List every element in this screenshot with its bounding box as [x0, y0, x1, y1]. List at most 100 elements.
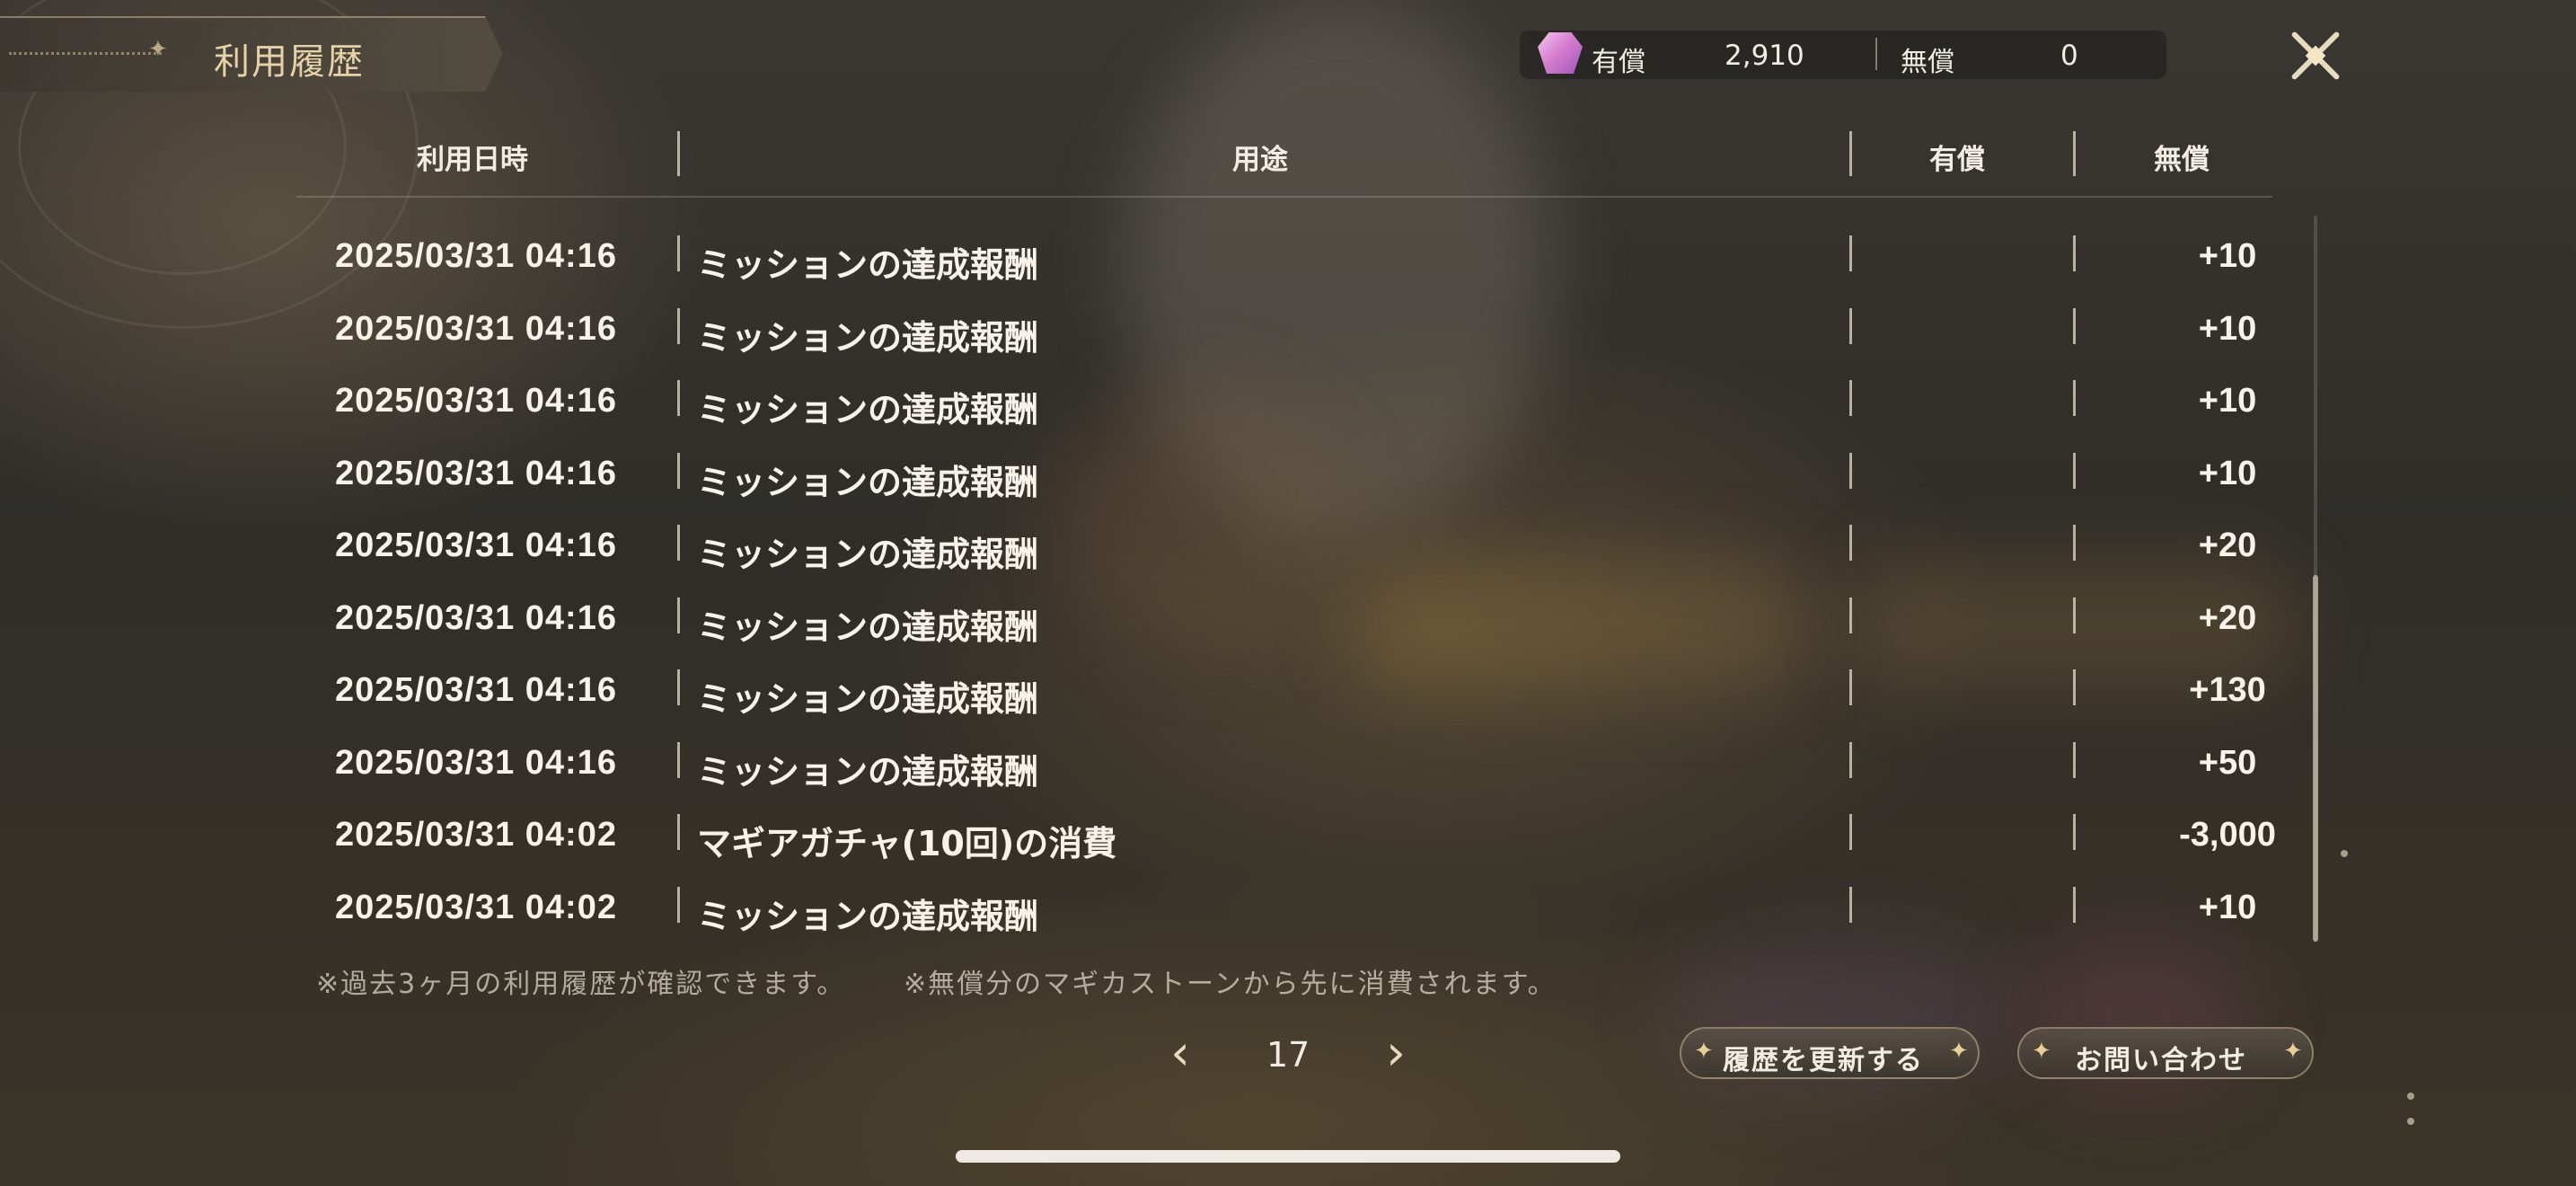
row-divider	[1849, 380, 1852, 416]
table-row: 2025/03/31 04:16 ミッションの達成報酬 +10	[296, 219, 2272, 291]
paid-currency-label: 有償	[1592, 47, 1645, 78]
chevron-right-icon[interactable]: ›	[1369, 1026, 1423, 1080]
currency-divider	[1875, 38, 1877, 70]
row-divider	[1849, 308, 1852, 344]
row-free: -3,000	[2179, 816, 2276, 854]
sparkle-decoration	[2407, 1118, 2414, 1125]
row-purpose: ミッションの達成報酬	[697, 463, 1039, 502]
row-datetime: 2025/03/31 04:16	[335, 237, 617, 275]
row-divider	[677, 525, 680, 561]
row-datetime: 2025/03/31 04:16	[335, 382, 617, 420]
home-indicator[interactable]	[956, 1150, 1620, 1163]
header-divider	[1849, 131, 1852, 176]
row-free: +50	[2198, 744, 2257, 782]
row-datetime: 2025/03/31 04:16	[335, 527, 617, 564]
header-rule	[296, 196, 2272, 198]
row-divider	[677, 235, 680, 271]
free-currency-value: 0	[2060, 40, 2078, 72]
contact-label: お問い合わせ	[2075, 1045, 2247, 1076]
contact-button[interactable]: ✦ お問い合わせ ✦	[2017, 1027, 2314, 1079]
title-ornament-line	[9, 52, 162, 55]
row-purpose: ミッションの達成報酬	[697, 752, 1039, 792]
page-title: 利用履歴	[214, 41, 365, 83]
row-divider	[677, 380, 680, 416]
row-divider	[2073, 669, 2076, 705]
row-free: +10	[2198, 237, 2257, 275]
history-period-note: ※過去3ヶ月の利用履歴が確認できます。	[316, 969, 846, 1000]
row-divider	[2073, 235, 2076, 271]
title-star-icon: ✦	[148, 36, 168, 63]
star-icon: ✦	[2283, 1038, 2303, 1065]
row-divider	[677, 453, 680, 489]
star-icon: ✦	[1694, 1038, 1714, 1065]
header-paid: 有償	[1929, 144, 1985, 176]
close-button[interactable]	[2281, 22, 2350, 90]
row-free: +10	[2198, 310, 2257, 348]
chevron-left-icon[interactable]: ‹	[1153, 1026, 1207, 1080]
row-datetime: 2025/03/31 04:16	[335, 455, 617, 492]
row-purpose: マギアガチャ(10回)の消費	[697, 824, 1117, 863]
page-number: 17	[1266, 1035, 1310, 1075]
refresh-history-label: 履歴を更新する	[1723, 1045, 1924, 1076]
row-free: +10	[2198, 382, 2257, 420]
row-purpose: ミッションの達成報酬	[697, 535, 1039, 574]
row-free: +10	[2198, 889, 2257, 926]
scrollbar-thumb[interactable]	[2313, 575, 2318, 942]
table-row: 2025/03/31 04:16 ミッションの達成報酬 +50	[296, 726, 2272, 798]
row-free: +20	[2198, 599, 2257, 637]
table-row: 2025/03/31 04:16 ミッションの達成報酬 +10	[296, 292, 2272, 364]
row-divider	[2073, 887, 2076, 923]
row-datetime: 2025/03/31 04:16	[335, 671, 617, 709]
row-divider	[677, 742, 680, 778]
consumption-order-note: ※無償分のマギカストーンから先に消費されます。	[904, 969, 1557, 1000]
row-datetime: 2025/03/31 04:16	[335, 744, 617, 782]
row-divider	[1849, 597, 1852, 633]
row-free: +20	[2198, 527, 2257, 564]
table-row: 2025/03/31 04:16 ミッションの達成報酬 +130	[296, 653, 2272, 725]
row-divider	[677, 597, 680, 633]
row-divider	[677, 669, 680, 705]
row-datetime: 2025/03/31 04:02	[335, 889, 617, 926]
row-divider	[677, 814, 680, 850]
row-divider	[1849, 887, 1852, 923]
free-currency-label: 無償	[1901, 47, 1954, 78]
row-datetime: 2025/03/31 04:02	[335, 816, 617, 854]
row-divider	[2073, 453, 2076, 489]
row-purpose: ミッションの達成報酬	[697, 607, 1039, 647]
table-row: 2025/03/31 04:16 ミッションの達成報酬 +20	[296, 581, 2272, 653]
row-divider	[1849, 742, 1852, 778]
header-purpose: 用途	[1232, 144, 1288, 176]
row-purpose: ミッションの達成報酬	[697, 897, 1039, 936]
header-datetime: 利用日時	[417, 144, 528, 176]
row-divider	[2073, 742, 2076, 778]
row-divider	[2073, 597, 2076, 633]
star-icon: ✦	[1949, 1038, 1969, 1065]
header-divider	[2073, 131, 2076, 176]
row-purpose: ミッションの達成報酬	[697, 390, 1039, 429]
table-row: 2025/03/31 04:16 ミッションの達成報酬 +10	[296, 364, 2272, 436]
refresh-history-button[interactable]: ✦ 履歴を更新する ✦	[1680, 1027, 1980, 1079]
row-divider	[1849, 453, 1852, 489]
row-purpose: ミッションの達成報酬	[697, 245, 1039, 285]
row-divider	[1849, 525, 1852, 561]
row-divider	[2073, 380, 2076, 416]
row-divider	[677, 308, 680, 344]
row-free: +130	[2189, 671, 2266, 709]
row-divider	[2073, 525, 2076, 561]
row-divider	[1849, 669, 1852, 705]
table-row: 2025/03/31 04:16 ミッションの達成報酬 +10	[296, 437, 2272, 509]
header-free: 無償	[2154, 144, 2210, 176]
row-divider	[1849, 814, 1852, 850]
row-free: +10	[2198, 455, 2257, 492]
row-divider	[1849, 235, 1852, 271]
star-icon: ✦	[2032, 1038, 2051, 1065]
paid-currency-value: 2,910	[1725, 40, 1804, 72]
header-divider	[677, 131, 680, 176]
sparkle-decoration	[2407, 1093, 2414, 1100]
row-datetime: 2025/03/31 04:16	[335, 310, 617, 348]
table-row: 2025/03/31 04:02 ミッションの達成報酬 +10	[296, 871, 2272, 943]
row-purpose: ミッションの達成報酬	[697, 679, 1039, 719]
row-datetime: 2025/03/31 04:16	[335, 599, 617, 637]
table-row: 2025/03/31 04:02 マギアガチャ(10回)の消費 -3,000	[296, 798, 2276, 870]
row-divider	[2073, 308, 2076, 344]
